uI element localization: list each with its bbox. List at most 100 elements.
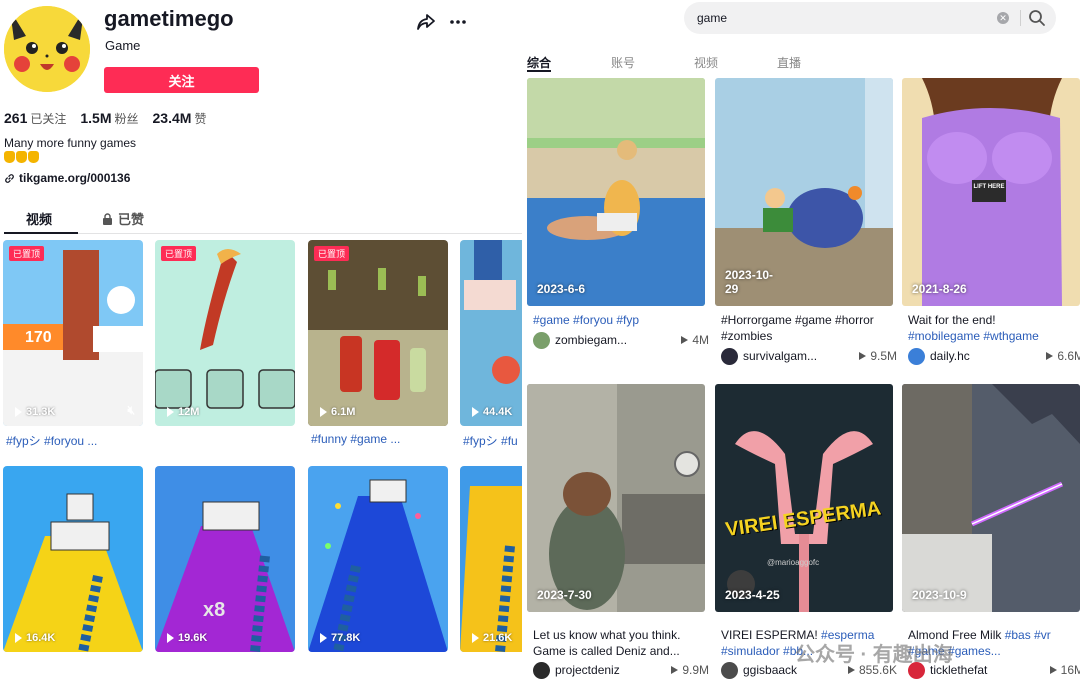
- search-input[interactable]: game: [697, 11, 727, 25]
- active-tab-indicator: [527, 70, 551, 72]
- video-card[interactable]: x8 19.6K: [155, 466, 295, 652]
- video-card[interactable]: 44.4K: [460, 240, 522, 426]
- video-thumbnail: [902, 78, 1080, 306]
- watermark: 公众号 · 有趣出海: [795, 644, 953, 666]
- view-count: 44.4K: [472, 406, 512, 418]
- search-icon[interactable]: [1028, 9, 1046, 27]
- video-card[interactable]: 170 已置顶 31.3K 🔇︎: [3, 240, 143, 426]
- publish-date: 2023-4-25: [725, 588, 780, 602]
- play-icon: [167, 633, 174, 643]
- result-meta: survivalgam... 9.5M: [721, 347, 897, 365]
- play-count: 9.9M: [671, 663, 709, 677]
- profile-panel: gametimego Game 关注 261 已关注 1.5M 粉丝 23.4M 赞 …: [0, 0, 522, 690]
- avatar[interactable]: [908, 347, 925, 365]
- link-icon: [5, 173, 14, 183]
- view-count: 19.6K: [167, 632, 207, 644]
- result-description[interactable]: Let us know what you think. Game is call…: [533, 627, 709, 659]
- follow-button[interactable]: 关注: [104, 67, 259, 93]
- search-panel: game ✕ 综合 账号 视频 直播 2023-6-6 #game #foryo…: [522, 0, 1080, 690]
- tab-videos[interactable]: 视频: [694, 54, 718, 71]
- avatar[interactable]: [721, 347, 738, 365]
- play-icon: [1046, 352, 1054, 360]
- view-count: 16.4K: [15, 632, 55, 644]
- avatar[interactable]: [533, 661, 550, 679]
- more-options-icon[interactable]: [448, 12, 468, 32]
- video-thumbnail: [460, 240, 522, 426]
- svg-text:x8: x8: [203, 599, 225, 621]
- mute-icon[interactable]: 🔇︎: [127, 403, 135, 418]
- video-card[interactable]: 77.8K: [308, 466, 448, 652]
- video-thumbnail: [308, 466, 448, 652]
- video-thumbnail: [527, 384, 705, 612]
- play-count: 9.5M: [859, 349, 897, 363]
- play-icon: [859, 352, 867, 360]
- view-count: 77.8K: [320, 632, 360, 644]
- view-count: 12M: [167, 406, 199, 418]
- video-thumbnail: [308, 240, 448, 426]
- result-description[interactable]: #Horrorgame #game #horror #zombies: [721, 312, 897, 344]
- profile-stats: 261 已关注 1.5M 粉丝 23.4M 赞: [4, 110, 206, 127]
- publish-date: 2021-8-26: [912, 282, 967, 296]
- play-count: 6.6M: [1046, 349, 1080, 363]
- video-caption[interactable]: #fypシ #foryou ...: [6, 432, 146, 449]
- lock-icon: [103, 212, 112, 225]
- search-result-card[interactable]: VIREI ESPERMA @marioaggofc 2023-4-25: [715, 384, 893, 612]
- view-count: 6.1M: [320, 406, 355, 418]
- search-result-card[interactable]: 2021-8-26 LIFT HERE: [902, 78, 1080, 306]
- avatar[interactable]: [533, 331, 550, 349]
- tab-videos[interactable]: 视频: [26, 209, 52, 228]
- clear-icon[interactable]: ✕: [997, 12, 1009, 24]
- followers-stat[interactable]: 1.5M 粉丝: [80, 110, 138, 127]
- search-result-card[interactable]: 2023-7-30: [527, 384, 705, 612]
- following-stat[interactable]: 261 已关注: [4, 110, 66, 127]
- tab-accounts[interactable]: 账号: [611, 54, 635, 71]
- video-thumbnail: [3, 466, 143, 652]
- publish-date: 2023-6-6: [537, 282, 586, 296]
- video-caption[interactable]: #fypシ #fu: [463, 432, 522, 449]
- share-icon[interactable]: [416, 12, 436, 32]
- tab-live[interactable]: 直播: [777, 54, 801, 71]
- author-name[interactable]: zombiegam...: [555, 333, 681, 347]
- profile-tabs: 视频 已赞: [4, 205, 522, 234]
- author-name[interactable]: survivalgam...: [743, 349, 859, 363]
- bio-text: Many more funny games: [4, 136, 137, 150]
- tab-liked[interactable]: 已赞: [102, 209, 144, 228]
- pinned-badge: 已置顶: [9, 246, 45, 261]
- play-icon: [847, 666, 855, 674]
- search-result-card[interactable]: 2023-10-9: [902, 384, 1080, 612]
- tab-top[interactable]: 综合: [527, 54, 551, 71]
- active-tab-indicator: [4, 232, 78, 234]
- publish-date: 2023-10- 29: [725, 268, 774, 296]
- overlay-handle: @marioaggofc: [767, 558, 820, 567]
- pinned-badge: 已置顶: [161, 246, 197, 261]
- result-meta: daily.hc 6.6M: [908, 347, 1080, 365]
- video-card[interactable]: 21.6K: [460, 466, 522, 652]
- video-thumbnail: 170: [3, 240, 143, 426]
- play-count: 16M: [1049, 663, 1080, 677]
- result-meta: projectdeniz 9.9M: [533, 661, 709, 679]
- result-description[interactable]: Wait for the end! #mobilegame #wthgame: [908, 312, 1080, 344]
- play-icon: [472, 633, 479, 643]
- video-card[interactable]: 16.4K: [3, 466, 143, 652]
- author-name[interactable]: projectdeniz: [555, 663, 671, 677]
- author-name[interactable]: daily.hc: [930, 349, 1046, 363]
- pinned-badge: 已置顶: [314, 246, 350, 261]
- result-meta: zombiegam... 4M: [533, 331, 709, 349]
- profile-link[interactable]: tikgame.org/000136: [4, 171, 130, 185]
- play-icon: [167, 407, 174, 417]
- play-icon: [15, 633, 22, 643]
- result-description[interactable]: #game #foryou #fyp: [533, 312, 709, 328]
- play-icon: [671, 666, 679, 674]
- search-result-card[interactable]: 2023-10- 29: [715, 78, 893, 306]
- avatar[interactable]: [4, 6, 90, 92]
- avatar[interactable]: [721, 661, 738, 679]
- search-result-card[interactable]: 2023-6-6: [527, 78, 705, 306]
- video-card[interactable]: 已置顶 12M: [155, 240, 295, 426]
- video-thumbnail: [715, 384, 893, 612]
- video-card[interactable]: 已置顶 6.1M: [308, 240, 448, 426]
- video-caption[interactable]: #funny #game ...: [311, 432, 451, 446]
- overlay-text: LIFT HERE: [973, 184, 1005, 190]
- play-icon: [320, 633, 327, 643]
- video-thumbnail: [460, 466, 522, 652]
- search-bar: game ✕: [684, 2, 1056, 34]
